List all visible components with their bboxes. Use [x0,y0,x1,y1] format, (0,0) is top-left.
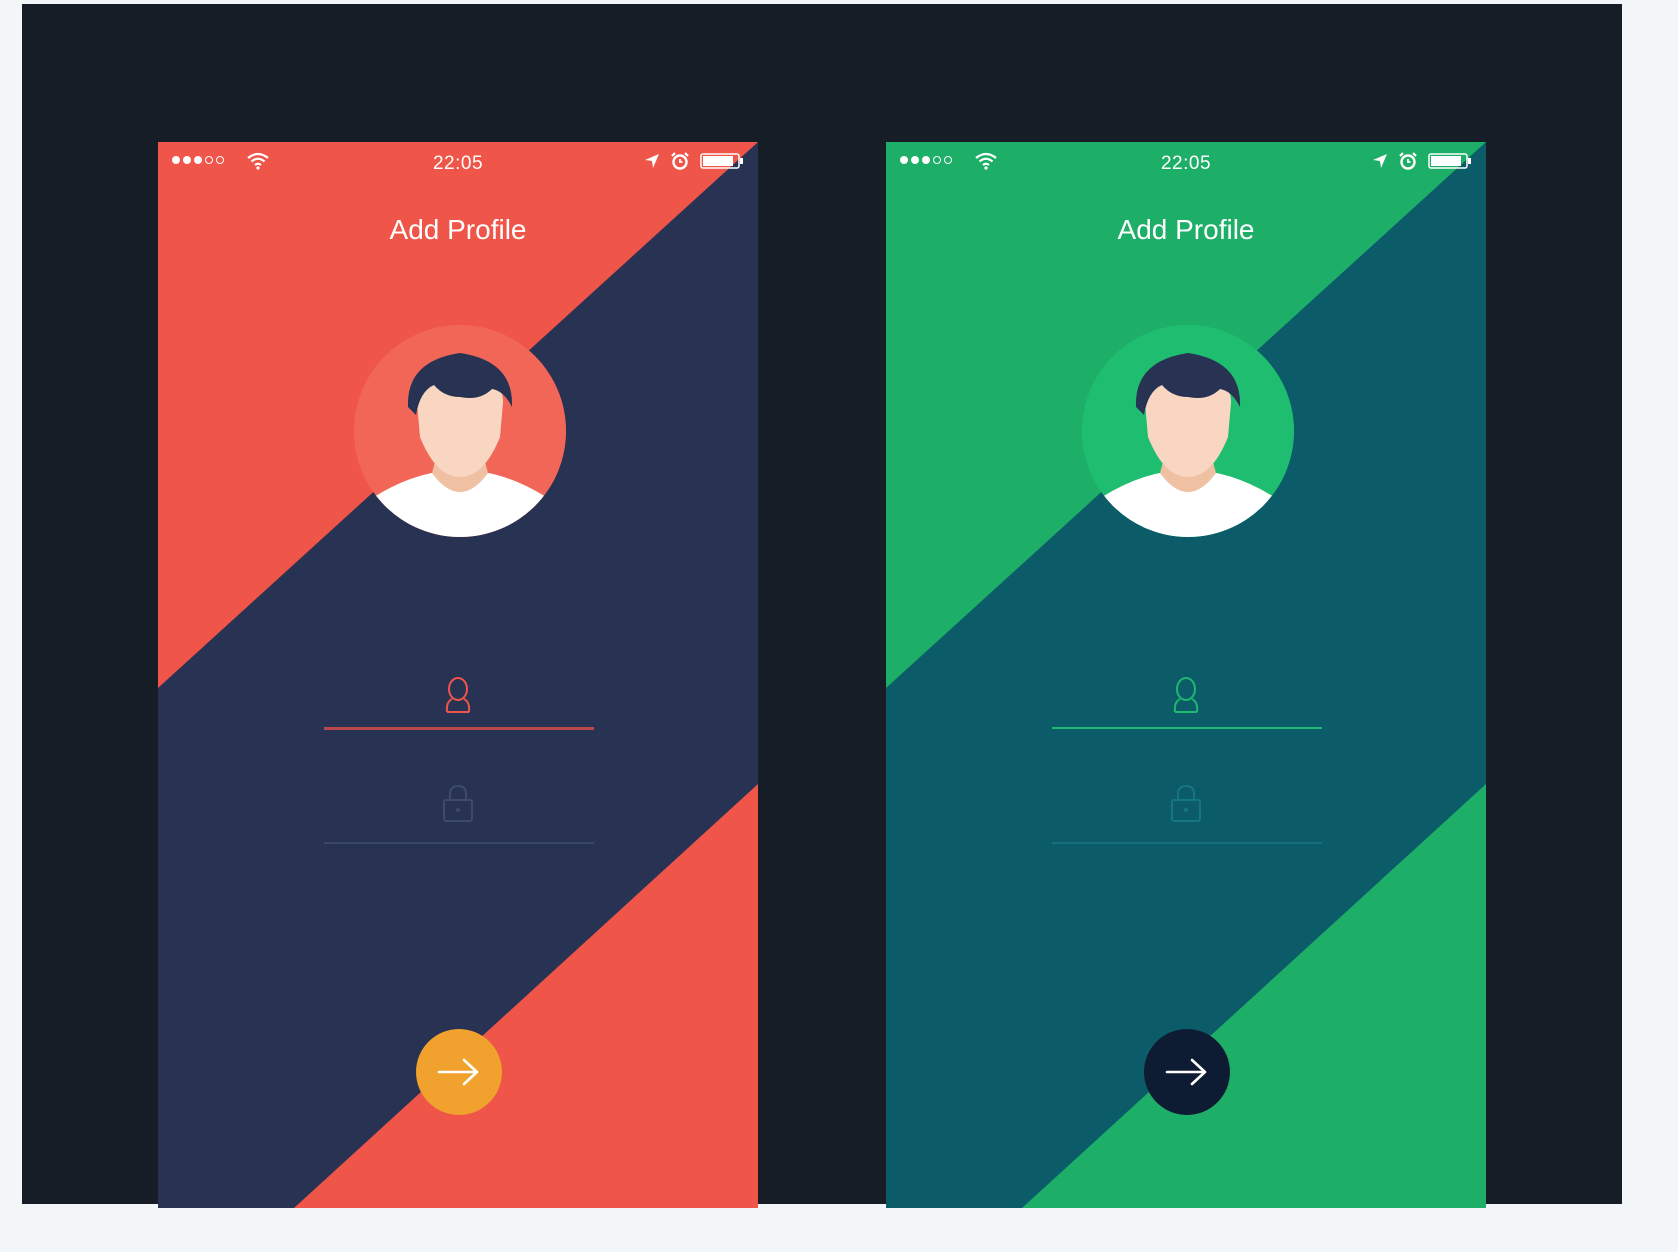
location-arrow-icon [1373,154,1387,168]
status-bar: 22:05 [886,142,1486,182]
alarm-icon [671,152,689,170]
arrow-right-icon [437,1058,479,1086]
person-avatar-icon [354,325,566,537]
username-field[interactable] [324,727,594,730]
lock-icon [1171,784,1201,822]
avatar[interactable] [1082,325,1294,537]
phone-screen-green: 22:05 Add Profile [886,142,1486,1208]
location-arrow-icon [645,154,659,168]
battery-icon [1428,153,1471,169]
page-title: Add Profile [389,214,527,245]
person-avatar-icon [1082,325,1294,537]
battery-icon [700,153,743,169]
username-field[interactable] [1052,727,1322,729]
arrow-right-icon [1165,1058,1207,1086]
user-icon [445,677,471,713]
password-field[interactable] [324,842,594,844]
next-button[interactable] [1144,1029,1230,1115]
showcase-canvas: 22:05 Add Profile 22:05 Add Profile [22,4,1622,1208]
phone-screen-red: 22:05 Add Profile [158,142,758,1208]
page-title: Add Profile [1117,214,1255,245]
password-field[interactable] [1052,842,1322,844]
lock-icon [443,784,473,822]
alarm-icon [1399,152,1417,170]
status-bar: 22:05 [158,142,758,182]
next-button[interactable] [416,1029,502,1115]
avatar[interactable] [354,325,566,537]
user-icon [1173,677,1199,713]
